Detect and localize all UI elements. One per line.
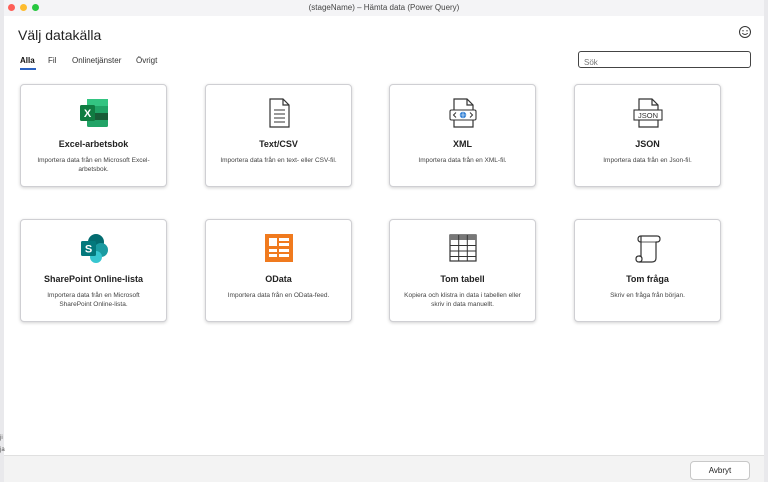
search-input[interactable] xyxy=(579,55,750,70)
card-description: Importera data från en OData-feed. xyxy=(227,292,330,299)
xml-file-icon xyxy=(449,98,477,128)
tab-label: Alla xyxy=(20,56,35,65)
card-title: XML xyxy=(453,139,472,149)
page-title: Välj datakälla xyxy=(18,27,102,43)
title-bar: (stageName) – Hämta data (Power Query) xyxy=(4,0,764,16)
source-card-sharepoint[interactable]: S SharePoint Online-lista Importera data… xyxy=(20,219,167,322)
tab-label: Onlinetjänster xyxy=(72,56,122,65)
table-icon xyxy=(449,234,477,262)
dialog-footer xyxy=(4,455,764,482)
source-card-odata[interactable]: OData Importera data från en OData-feed. xyxy=(205,219,352,322)
scroll-icon xyxy=(635,235,661,263)
source-card-excel[interactable]: X Excel-arbetsbok Importera data från en… xyxy=(20,84,167,187)
svg-text:X: X xyxy=(84,108,92,120)
window-title: (stageName) – Hämta data (Power Query) xyxy=(308,3,460,12)
tab-label: Fil xyxy=(48,56,57,65)
card-description: Skriv en fråga från början. xyxy=(610,292,685,299)
get-data-dialog: (stageName) – Hämta data (Power Query) V… xyxy=(4,0,764,482)
svg-text:JSON: JSON xyxy=(638,111,658,120)
tab-onlinetjanster[interactable]: Onlinetjänster xyxy=(72,56,121,65)
sharepoint-icon: S xyxy=(81,234,108,263)
json-file-icon: JSON xyxy=(633,98,663,128)
card-description: Importera data från en XML-fil. xyxy=(418,157,507,164)
tab-ovrigt[interactable]: Övrigt xyxy=(136,56,157,65)
tab-alla[interactable]: Alla xyxy=(20,56,36,70)
source-card-xml[interactable]: XML Importera data från en XML-fil. xyxy=(389,84,536,187)
search-box xyxy=(578,51,751,70)
tab-label: Övrigt xyxy=(136,56,158,65)
svg-text:S: S xyxy=(85,244,92,256)
background-text: ji xyxy=(0,435,3,441)
card-description: Kopiera och klistra in data i tabellen e… xyxy=(404,292,521,308)
source-card-text-csv[interactable]: Text/CSV Importera data från en text- el… xyxy=(205,84,352,187)
background-text: ja xyxy=(0,447,5,453)
card-title: OData xyxy=(265,274,292,284)
feedback-smiley-icon[interactable] xyxy=(738,25,752,39)
card-description: Importera data från en Microsoft Excel-a… xyxy=(37,157,150,173)
active-tab-indicator xyxy=(20,68,36,70)
card-title: JSON xyxy=(635,139,660,149)
tab-fil[interactable]: Fil xyxy=(48,56,56,65)
card-description: Importera data från en text- eller CSV-f… xyxy=(220,157,337,164)
cancel-button[interactable]: Avbryt xyxy=(690,461,750,480)
excel-icon: X xyxy=(80,99,108,127)
source-card-json[interactable]: JSON JSON Importera data från en Json-fi… xyxy=(574,84,721,187)
card-description: Importera data från en Microsoft SharePo… xyxy=(47,292,140,308)
card-title: Tom tabell xyxy=(440,274,485,284)
card-title: Tom fråga xyxy=(626,274,669,284)
source-card-blank-table[interactable]: Tom tabell Kopiera och klistra in data i… xyxy=(389,219,536,322)
odata-icon xyxy=(265,234,293,262)
card-title: Excel-arbetsbok xyxy=(58,139,129,149)
text-file-icon xyxy=(269,98,290,128)
card-description: Importera data från en Json-fil. xyxy=(603,157,692,164)
source-card-blank-query[interactable]: Tom fråga Skriv en fråga från början. xyxy=(574,219,721,322)
card-title: Text/CSV xyxy=(259,139,298,149)
card-title: SharePoint Online-lista xyxy=(43,274,144,284)
